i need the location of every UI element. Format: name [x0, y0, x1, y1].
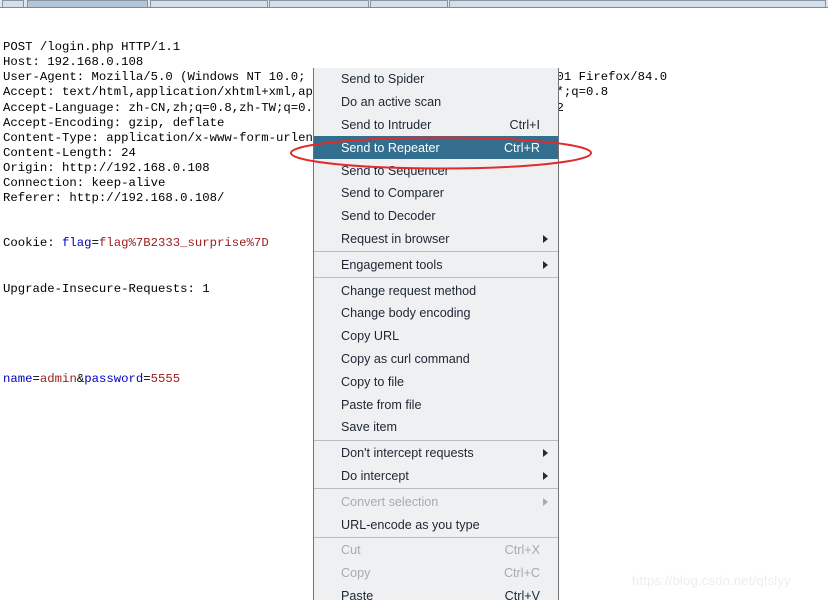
context-menu[interactable]: Send to Spider Do an active scan Send to I…: [313, 68, 559, 600]
tab-item-2[interactable]: [27, 0, 148, 7]
body-param-name: name: [3, 372, 33, 387]
body-equals-1: =: [32, 372, 40, 387]
body-password-value: 5555: [150, 372, 181, 387]
cookie-name: flag: [62, 236, 92, 251]
cookie-value: flag%7B2333_surprise%7D: [98, 236, 269, 251]
menu-item-don-t-intercept-requests[interactable]: Don't intercept requests: [314, 442, 558, 465]
menu-separator: [314, 251, 558, 253]
menu-item-convert-selection: Convert selection: [314, 490, 558, 513]
menu-item-label: Send to Intruder: [341, 117, 432, 132]
tab-item-3[interactable]: [150, 0, 268, 7]
menu-item-copy-url[interactable]: Copy URL: [314, 325, 558, 348]
chevron-right-icon: [543, 449, 548, 458]
menu-item-label: Paste: [341, 588, 374, 600]
menu-separator: [314, 439, 558, 441]
menu-item-label: Send to Repeater: [341, 140, 440, 155]
menu-item-request-in-browser[interactable]: Request in browser: [314, 228, 558, 251]
menu-item-paste-from-file[interactable]: Paste from file: [314, 393, 558, 416]
site-watermark: https://blog.csdn.net/qfslyy: [632, 573, 791, 588]
menu-item-shortcut: Ctrl+X: [504, 543, 540, 558]
burp-suite-screen: POST /login.php HTTP/1.1 Host: 192.168.0.…: [0, 0, 828, 600]
menu-item-label: Paste from file: [341, 397, 422, 412]
menu-item-shortcut: Ctrl+V: [504, 588, 540, 600]
body-equals-2: =: [143, 372, 151, 387]
menu-item-label: URL-encode as you type: [341, 517, 480, 532]
body-param-value: admin: [39, 372, 77, 387]
menu-item-do-intercept[interactable]: Do intercept: [314, 465, 558, 488]
menu-item-label: Send to Comparer: [341, 186, 444, 201]
body-param-password: password: [84, 372, 144, 387]
menu-item-copy: Copy Ctrl+C: [314, 562, 558, 585]
menu-item-copy-as-curl-command[interactable]: Copy as curl command: [314, 348, 558, 371]
menu-item-send-to-comparer[interactable]: Send to Comparer: [314, 182, 558, 205]
menu-item-label: Change body encoding: [341, 306, 471, 321]
menu-item-send-to-sequencer[interactable]: Send to Sequencer: [314, 159, 558, 182]
menu-separator: [314, 488, 558, 490]
menu-item-do-an-active-scan[interactable]: Do an active scan: [314, 91, 558, 114]
menu-item-shortcut: Ctrl+I: [509, 117, 540, 132]
menu-item-label: Copy: [341, 566, 371, 581]
menu-item-label: Send to Sequencer: [341, 163, 449, 178]
menu-item-label: Send to Decoder: [341, 209, 436, 224]
menu-item-label: Do an active scan: [341, 95, 442, 110]
menu-item-paste[interactable]: Paste Ctrl+V: [314, 585, 558, 600]
chevron-right-icon: [543, 497, 548, 506]
chevron-right-icon: [543, 234, 548, 243]
menu-item-engagement-tools[interactable]: Engagement tools: [314, 253, 558, 276]
menu-item-send-to-decoder[interactable]: Send to Decoder: [314, 205, 558, 228]
menu-item-send-to-repeater[interactable]: Send to Repeater Ctrl+R: [314, 136, 558, 160]
menu-item-label: Save item: [341, 420, 397, 435]
menu-item-label: Don't intercept requests: [341, 446, 474, 461]
tab-bar: [0, 0, 828, 8]
tab-item-1[interactable]: [2, 0, 24, 7]
tab-item-4[interactable]: [269, 0, 369, 7]
menu-item-save-item[interactable]: Save item: [314, 416, 558, 439]
menu-item-label: Do intercept: [341, 468, 409, 483]
menu-item-change-body-encoding[interactable]: Change body encoding: [314, 302, 558, 325]
menu-item-label: Copy to file: [341, 374, 404, 389]
menu-item-copy-to-file[interactable]: Copy to file: [314, 370, 558, 393]
tab-item-5[interactable]: [370, 0, 448, 7]
menu-item-label: Copy as curl command: [341, 351, 470, 366]
menu-item-label: Cut: [341, 543, 361, 558]
menu-item-url-encode-as-you-type[interactable]: URL-encode as you type: [314, 513, 558, 536]
menu-item-label: Convert selection: [341, 494, 439, 509]
chevron-right-icon: [543, 260, 548, 269]
menu-item-shortcut: Ctrl+C: [503, 566, 540, 581]
cookie-equals: =: [91, 236, 99, 251]
menu-item-cut: Cut Ctrl+X: [314, 539, 558, 562]
menu-separator: [314, 536, 558, 538]
menu-item-label: Engagement tools: [341, 257, 443, 272]
menu-item-label: Request in browser: [341, 231, 450, 246]
menu-item-change-request-method[interactable]: Change request method: [314, 279, 558, 302]
menu-item-label: Change request method: [341, 283, 477, 298]
cookie-label: Cookie:: [3, 236, 63, 251]
menu-item-label: Send to Spider: [341, 72, 425, 87]
menu-separator: [314, 277, 558, 279]
menu-item-label: Copy URL: [341, 329, 400, 344]
menu-item-send-to-intruder[interactable]: Send to Intruder Ctrl+I: [314, 114, 558, 137]
chevron-right-icon: [543, 471, 548, 480]
menu-item-shortcut: Ctrl+R: [503, 140, 540, 155]
tab-item-6[interactable]: [449, 0, 826, 7]
request-line-1: POST /login.php HTTP/1.1: [3, 40, 181, 55]
menu-item-send-to-spider[interactable]: Send to Spider: [314, 68, 558, 91]
